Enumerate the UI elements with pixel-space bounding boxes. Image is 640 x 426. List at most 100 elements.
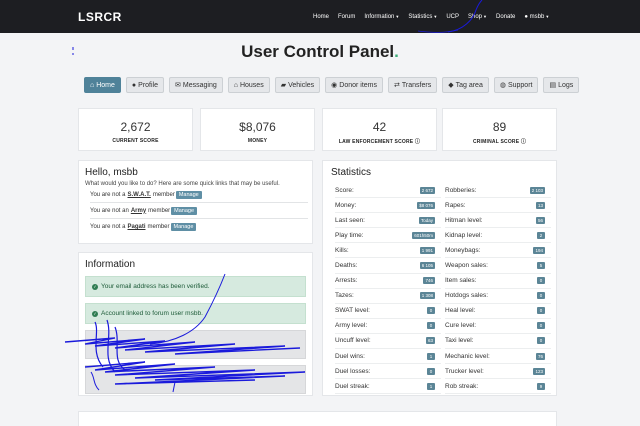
top-navbar: LSRCR Home Forum Information▼ Statistics… xyxy=(0,0,640,33)
nav-user-label: msbb xyxy=(529,14,545,20)
statistic-item: Mechanic level: 76 xyxy=(445,349,551,365)
page-title-text: User Control Panel xyxy=(241,42,395,61)
statistic-label: Last seen: xyxy=(335,216,365,224)
statistic-label: Hitman level: xyxy=(445,216,483,224)
tab-tag-area[interactable]: ◆ Tag area xyxy=(442,77,489,93)
statistics-panel: Statistics Score: 2 672 Robberies: 2 103 Mon… xyxy=(322,160,557,396)
home-icon: ⌂ xyxy=(90,81,95,89)
brand-logo[interactable]: LSRCR xyxy=(78,10,122,24)
statistic-value-badge: 2 672 xyxy=(419,186,435,194)
membership-suffix: member xyxy=(147,224,170,230)
stat-value: 42 xyxy=(372,120,387,134)
statistic-label: Trucker level: xyxy=(445,367,484,375)
statistic-item: Duel wins: 1 xyxy=(335,349,441,365)
nav-donate[interactable]: Donate xyxy=(496,14,515,20)
statistic-value-badge: 0 xyxy=(537,337,545,345)
manage-swat-button[interactable]: Manage xyxy=(175,190,202,199)
page-title-dot: . xyxy=(394,42,399,61)
tag-icon: ◆ xyxy=(448,82,454,89)
statistics-row: Duel wins: 1 Mechanic level: 76 xyxy=(335,349,551,365)
statistics-row: Army level: 0 Cure level: 0 xyxy=(335,319,551,334)
chevron-down-icon: ▼ xyxy=(395,14,400,19)
user-icon: ● xyxy=(131,81,137,89)
statistic-label: Kills: xyxy=(335,246,349,254)
statistic-label: Cure level: xyxy=(445,322,477,330)
statistic-value-badge: 0 xyxy=(537,307,545,315)
statistics-row: Tazes: 1 308 Hotdogs sales: 0 xyxy=(335,289,551,304)
statistic-label: Robberies: xyxy=(445,186,477,194)
statistic-value-badge: 1 308 xyxy=(419,292,435,300)
statistic-value-badge: 194 xyxy=(533,246,545,254)
exchange-icon: ⇄ xyxy=(394,82,400,89)
membership-row-swat: You are not a S.W.A.T. member Manage xyxy=(90,187,308,203)
statistic-item: Arrests: 746 xyxy=(335,274,441,289)
statistic-label: Play time: xyxy=(335,231,364,239)
nav-home[interactable]: Home xyxy=(313,14,329,20)
statistic-item: Uncuff level: 63 xyxy=(335,334,441,350)
statistic-value-badge: 601h50m xyxy=(412,231,435,239)
statistic-label: Rapes: xyxy=(445,201,466,209)
membership-prefix: You are not a xyxy=(90,224,126,230)
file-icon: ▤ xyxy=(549,82,557,89)
membership-group-link[interactable]: Pagati xyxy=(127,224,145,230)
statistic-value-badge: 2 xyxy=(537,231,545,239)
statistic-label: Duel wins: xyxy=(335,352,365,360)
nav-user-menu[interactable]: ● msbb▼ xyxy=(524,14,549,20)
statistics-row: Play time: 601h50m Kidnap level: 2 xyxy=(335,228,551,244)
statistic-label: Rob streak: xyxy=(445,382,479,390)
tab-donor-items-label: Donor items xyxy=(339,81,378,89)
bottom-panel xyxy=(78,411,557,426)
envelope-icon: ✉ xyxy=(175,82,181,89)
tab-donor-items[interactable]: ◉ Donor items xyxy=(325,77,384,93)
statistic-label: Weapon sales: xyxy=(445,262,488,270)
manage-pagati-button[interactable]: Manage xyxy=(170,223,197,231)
statistic-label: SWAT level: xyxy=(335,307,370,315)
statistic-value-badge: 0 xyxy=(427,322,435,330)
stat-card-money: $8,076 MONEY xyxy=(200,108,315,151)
tab-messaging[interactable]: ✉ Messaging xyxy=(169,77,223,93)
statistic-value-badge: 0 xyxy=(427,367,435,375)
statistics-row: Kills: 1 991 Moneybags: 194 xyxy=(335,243,551,259)
membership-group-link[interactable]: S.W.A.T. xyxy=(127,192,150,198)
statistic-label: Deaths: xyxy=(335,262,358,270)
ucp-tabs: ⌂ Home ● Profile ✉ Messaging ⌂ Houses ▰ Vehic… xyxy=(84,77,584,93)
statistic-item: Play time: 601h50m xyxy=(335,228,441,244)
tab-home[interactable]: ⌂ Home xyxy=(84,77,121,93)
statistic-label: Item sales: xyxy=(445,277,477,285)
hello-heading: Hello, msbb xyxy=(85,167,138,178)
tab-transfers[interactable]: ⇄ Transfers xyxy=(388,77,438,93)
tab-support[interactable]: ◍ Support xyxy=(493,77,539,93)
statistic-value-badge: 746 xyxy=(423,277,435,285)
tab-profile[interactable]: ● Profile xyxy=(125,77,164,93)
house-icon: ⌂ xyxy=(233,81,238,89)
statistics-heading: Statistics xyxy=(331,167,372,178)
statistic-item: Army level: 0 xyxy=(335,319,441,334)
tab-support-label: Support xyxy=(507,81,533,89)
manage-army-button[interactable]: Manage xyxy=(171,206,198,215)
statistic-value-badge: 123 xyxy=(533,367,545,375)
statistic-item: Hitman level: 56 xyxy=(445,213,551,229)
statistic-value-badge: 0 xyxy=(427,307,435,315)
statistic-item: Deaths: 6 105 xyxy=(335,258,441,274)
nav-forum[interactable]: Forum xyxy=(338,14,355,20)
statistic-item: Duel streak: 1 xyxy=(335,379,441,395)
hello-panel: Hello, msbb What would you like to do? H… xyxy=(78,160,313,244)
tab-transfers-label: Transfers xyxy=(401,81,432,89)
statistic-item: Duel losses: 0 xyxy=(335,364,441,380)
hello-subtitle: What would you like to do? Here are some… xyxy=(85,181,280,187)
statistic-value-badge: 1 xyxy=(427,352,435,360)
membership-row-pagati: You are not a Pagati member Manage xyxy=(90,219,308,235)
tab-profile-label: Profile xyxy=(138,81,158,89)
tab-vehicles[interactable]: ▰ Vehicles xyxy=(274,77,321,93)
nav-information[interactable]: Information▼ xyxy=(364,14,399,20)
statistics-row: Duel streak: 1 Rob streak: 9 xyxy=(335,379,551,395)
nav-home-label: Home xyxy=(313,14,330,20)
page-title: User Control Panel. xyxy=(0,42,640,62)
tab-logs[interactable]: ▤ Logs xyxy=(543,77,580,93)
statistic-item: Cure level: 0 xyxy=(445,319,551,334)
statistic-item: SWAT level: 0 xyxy=(335,304,441,319)
statistic-value-badge: 1 xyxy=(427,382,435,390)
tab-houses[interactable]: ⌂ Houses xyxy=(227,77,270,93)
tab-vehicles-label: Vehicles xyxy=(288,81,315,89)
membership-group-link[interactable]: Army xyxy=(131,208,146,214)
